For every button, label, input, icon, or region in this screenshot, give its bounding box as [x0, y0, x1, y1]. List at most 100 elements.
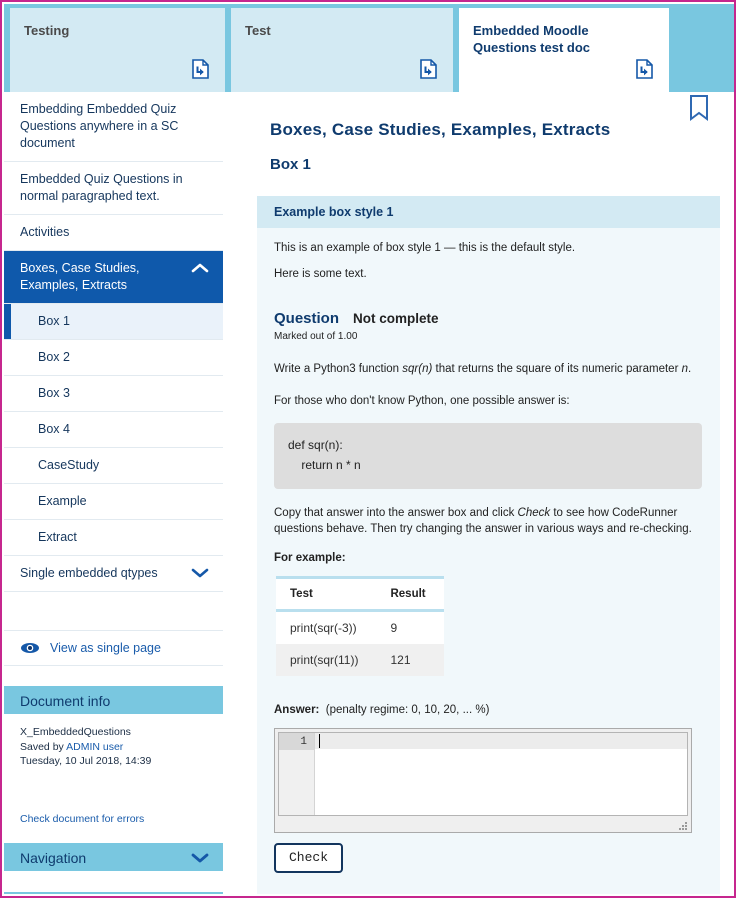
saved-by-user-link[interactable]: ADMIN user	[66, 741, 123, 753]
view-as-single-page-label: View as single page	[50, 641, 161, 655]
editor-code-area[interactable]	[315, 733, 687, 815]
sidebar-item-label: Embedding Embedded Quiz Questions anywhe…	[20, 102, 179, 150]
check-document-label: Check document for errors	[20, 812, 145, 825]
tab-test[interactable]: Test	[231, 8, 453, 92]
cell-result: 121	[376, 644, 444, 676]
sidebar-item-box-1[interactable]: Box 1	[4, 304, 223, 340]
document-info-body: X_EmbeddedQuestions Saved by ADMIN user …	[4, 714, 223, 769]
box-paragraph-2: Here is some text.	[274, 268, 367, 280]
question-marks: Marked out of 1.00	[274, 331, 358, 342]
answer-label: Answer:	[274, 704, 320, 716]
question-header: Question Not complete	[274, 311, 702, 327]
box-paragraph-1: This is an example of box style 1 — this…	[274, 242, 576, 254]
check-button[interactable]: Check	[274, 843, 344, 873]
table-header-row: Test Result	[276, 577, 444, 612]
check-document-for-errors-link[interactable]: Check document for errors	[4, 769, 223, 843]
panel-gap	[4, 871, 223, 892]
sidebar-item-single-embedded-qtypes[interactable]: Single embedded qtypes	[4, 556, 223, 592]
saved-by-row: Saved by ADMIN user	[20, 740, 207, 755]
answer-label-row: Answer: (penalty regime: 0, 10, 20, ... …	[274, 702, 702, 718]
document-arrow-icon[interactable]	[192, 59, 209, 79]
chevron-down-icon[interactable]	[191, 851, 209, 863]
sidebar-item-label: Box 3	[38, 386, 70, 400]
main-content: Boxes, Case Studies, Examples, Extracts …	[223, 92, 732, 894]
cell-test: print(sqr(11))	[276, 644, 377, 676]
copy-em-check: Check	[517, 507, 551, 519]
main-header: Boxes, Case Studies, Examples, Extracts …	[223, 92, 732, 173]
tab-label: Test	[245, 23, 271, 38]
sidebar-item-box-3[interactable]: Box 3	[4, 376, 223, 412]
tab-label: Embedded Moodle Questions test doc	[473, 23, 591, 55]
sidebar-item-embedding-anywhere[interactable]: Embedding Embedded Quiz Questions anywhe…	[4, 92, 223, 162]
copy-part-1: Copy that answer into the answer box and…	[274, 507, 518, 519]
question-prompt: Write a Python3 function sqr(n) that ret…	[274, 361, 702, 377]
sidebar-item-boxes-case-studies[interactable]: Boxes, Case Studies, Examples, Extracts	[4, 251, 223, 304]
view-as-single-page-link[interactable]: View as single page	[4, 631, 223, 666]
document-arrow-icon[interactable]	[420, 59, 437, 79]
saved-date: Tuesday, 10 Jul 2018, 14:39	[20, 755, 152, 767]
penalty-regime: (penalty regime: 0, 10, 20, ... %)	[325, 704, 490, 716]
bookmark-icon[interactable]	[688, 94, 710, 122]
question-label: Question	[274, 310, 340, 327]
sample-code-block: def sqr(n): return n * n	[274, 423, 702, 489]
sidebar-item-activities[interactable]: Activities	[4, 215, 223, 251]
question-state-badge: Not complete	[353, 311, 439, 326]
navigation-header[interactable]: Navigation	[4, 842, 223, 871]
page-title: Boxes, Case Studies, Examples, Extracts	[270, 120, 611, 139]
document-info-heading: Document info	[20, 693, 111, 709]
example-box: Example box style 1 This is an example o…	[257, 196, 720, 894]
sidebar-item-casestudy[interactable]: CaseStudy	[4, 448, 223, 484]
sidebar-spacer	[4, 592, 223, 631]
sidebar-item-label: Embedded Quiz Questions in normal paragr…	[20, 172, 183, 203]
page-subtitle: Box 1	[270, 156, 311, 173]
editor-footer	[275, 816, 691, 832]
sidebar: Embedding Embedded Quiz Questions anywhe…	[4, 92, 223, 894]
chevron-down-icon[interactable]	[191, 567, 209, 579]
editor-inner[interactable]: 1	[278, 732, 688, 816]
administration-header[interactable]: Administration	[4, 891, 223, 894]
eye-icon	[20, 641, 40, 655]
example-box-body: This is an example of box style 1 — this…	[257, 228, 720, 894]
prompt-part-2: that returns the square of its numeric p…	[432, 363, 682, 375]
editor-gutter: 1	[279, 733, 315, 815]
column-header-test: Test	[276, 577, 377, 612]
copy-instructions: Copy that answer into the answer box and…	[274, 505, 702, 537]
column-header-result: Result	[376, 577, 444, 612]
document-info-header[interactable]: Document info	[4, 686, 223, 714]
tab-testing[interactable]: Testing	[10, 8, 225, 92]
sidebar-item-label: Box 4	[38, 422, 70, 436]
page-root: Testing Test Embedded Moodle Questions t…	[0, 0, 736, 898]
prompt-part-3: .	[688, 363, 692, 375]
question-prompt-2: For those who don't know Python, one pos…	[274, 395, 570, 407]
cell-result: 9	[390, 621, 398, 635]
sidebar-item-label: Box 1	[38, 314, 70, 328]
text-caret	[319, 734, 320, 748]
sidebar-item-label: Example	[38, 494, 87, 508]
table-row: print(sqr(11)) 121	[276, 644, 444, 676]
sidebar-item-example[interactable]: Example	[4, 484, 223, 520]
sidebar-item-label: Extract	[38, 530, 77, 544]
editor-active-line	[315, 733, 687, 749]
sidebar-item-normal-paragraphed-text[interactable]: Embedded Quiz Questions in normal paragr…	[4, 162, 223, 215]
chevron-up-icon[interactable]	[191, 262, 209, 274]
line-number: 1	[279, 733, 314, 750]
sidebar-item-box-2[interactable]: Box 2	[4, 340, 223, 376]
document-name: X_EmbeddedQuestions	[20, 726, 131, 738]
example-box-header: Example box style 1	[257, 196, 720, 228]
prompt-part-1: Write a Python3 function	[274, 363, 403, 375]
tab-label: Testing	[24, 23, 70, 38]
sidebar-item-label: Single embedded qtypes	[20, 566, 158, 580]
sidebar-item-box-4[interactable]: Box 4	[4, 412, 223, 448]
sidebar-item-label: Boxes, Case Studies, Examples, Extracts	[20, 261, 140, 292]
cell-test: print(sqr(-3))	[290, 621, 357, 635]
sidebar-item-label: CaseStudy	[38, 458, 100, 472]
document-arrow-icon[interactable]	[636, 59, 653, 79]
navigation-heading: Navigation	[20, 849, 87, 866]
tab-embedded-moodle-questions[interactable]: Embedded Moodle Questions test doc	[459, 8, 669, 92]
sidebar-item-extract[interactable]: Extract	[4, 520, 223, 556]
test-results-table: Test Result print(sqr(-3)) 9 print(sqr(1…	[276, 576, 444, 676]
for-example-label: For example:	[274, 552, 346, 564]
resize-grip-icon[interactable]	[677, 820, 687, 830]
answer-code-editor[interactable]: 1	[274, 728, 692, 833]
